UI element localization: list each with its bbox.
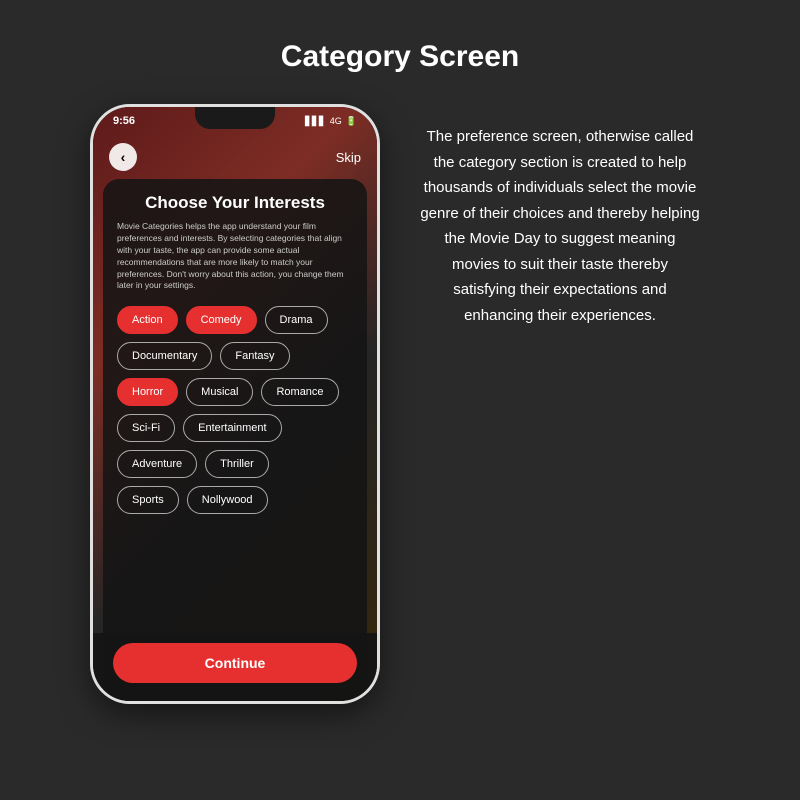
genre-entertainment[interactable]: Entertainment (183, 414, 281, 442)
phone-content: 9:56 ▋▋▋ 4G 🔋 ‹ Skip Choose Your Interes… (93, 107, 377, 701)
continue-button-wrapper: Continue (93, 633, 377, 701)
genre-grid: Action Comedy Drama Documentary Fantasy … (117, 306, 353, 514)
content-area: 9:56 ▋▋▋ 4G 🔋 ‹ Skip Choose Your Interes… (0, 104, 800, 704)
genre-action[interactable]: Action (117, 306, 178, 334)
genre-row-5: Adventure Thriller (117, 450, 353, 478)
genre-romance[interactable]: Romance (261, 378, 338, 406)
genre-comedy[interactable]: Comedy (186, 306, 257, 334)
continue-button[interactable]: Continue (113, 643, 357, 683)
genre-drama[interactable]: Drama (265, 306, 328, 334)
description-text: The preference screen, otherwise called … (420, 124, 700, 328)
genre-adventure[interactable]: Adventure (117, 450, 197, 478)
status-time: 9:56 (113, 115, 135, 127)
phone-mockup: 9:56 ▋▋▋ 4G 🔋 ‹ Skip Choose Your Interes… (90, 104, 380, 704)
genre-scifi[interactable]: Sci-Fi (117, 414, 175, 442)
skip-button[interactable]: Skip (336, 150, 361, 165)
genre-musical[interactable]: Musical (186, 378, 253, 406)
genre-row-6: Sports Nollywood (117, 486, 353, 514)
phone-main-content: Choose Your Interests Movie Categories h… (103, 179, 367, 701)
back-button[interactable]: ‹ (109, 143, 137, 171)
description-panel: The preference screen, otherwise called … (410, 104, 710, 348)
phone-screen: 9:56 ▋▋▋ 4G 🔋 ‹ Skip Choose Your Interes… (93, 107, 377, 701)
genre-row-4: Sci-Fi Entertainment (117, 414, 353, 442)
genre-row-3: Horror Musical Romance (117, 378, 353, 406)
genre-sports[interactable]: Sports (117, 486, 179, 514)
status-icons: ▋▋▋ 4G 🔋 (305, 116, 357, 127)
genre-thriller[interactable]: Thriller (205, 450, 269, 478)
signal-icon: ▋▋▋ (305, 116, 326, 127)
genre-documentary[interactable]: Documentary (117, 342, 212, 370)
genre-fantasy[interactable]: Fantasy (220, 342, 289, 370)
screen-description: Movie Categories helps the app understan… (117, 221, 353, 292)
phone-nav: ‹ Skip (93, 135, 377, 179)
genre-row-1: Action Comedy Drama (117, 306, 353, 334)
network-label: 4G (330, 116, 342, 126)
genre-horror[interactable]: Horror (117, 378, 178, 406)
genre-nollywood[interactable]: Nollywood (187, 486, 268, 514)
battery-icon: 🔋 (346, 116, 357, 127)
phone-notch (195, 107, 275, 129)
screen-title: Choose Your Interests (117, 193, 353, 213)
page-title: Category Screen (281, 40, 519, 74)
genre-row-2: Documentary Fantasy (117, 342, 353, 370)
